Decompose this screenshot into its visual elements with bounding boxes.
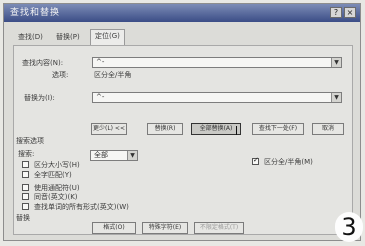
replace-all-button[interactable]: 全部替换(A): [191, 123, 241, 135]
tab-find[interactable]: 查找(D): [14, 31, 47, 44]
find-replace-dialog: 查找和替换 ? × 查找(D) 替换(P) 定位(G) 查找内容(N): ^- …: [3, 3, 361, 241]
mouse-cursor: [236, 126, 237, 135]
replace-button[interactable]: 替换(R): [147, 123, 183, 135]
step-number-badge: 3: [335, 212, 363, 242]
wildcards-checkbox[interactable]: [22, 184, 29, 191]
chevron-down-icon[interactable]: ▼: [127, 151, 137, 160]
cancel-button[interactable]: 取消: [312, 123, 344, 135]
less-button[interactable]: 更少(L) <<: [91, 123, 127, 135]
special-button[interactable]: 特殊字符(E): [142, 222, 188, 234]
width-label: 区分全/半角(M): [264, 158, 313, 166]
format-button[interactable]: 格式(O): [92, 222, 136, 234]
chevron-down-icon[interactable]: ▼: [331, 93, 341, 102]
replace-section-heading: 替换: [16, 214, 30, 222]
find-label: 查找内容(N):: [22, 59, 64, 67]
tab-replace[interactable]: 替换(P): [52, 31, 84, 44]
tab-goto[interactable]: 定位(G): [90, 29, 125, 45]
dialog-panel: 查找内容(N): ^- ▼ 选项: 区分全/半角 替换为(I): ^- ▼ 更少…: [13, 45, 353, 235]
width-checkbox[interactable]: [252, 156, 259, 165]
whole-word-label: 全字匹配(Y): [34, 171, 72, 179]
find-next-button[interactable]: 查找下一处(F): [252, 123, 304, 135]
sounds-like-checkbox[interactable]: [22, 193, 29, 200]
find-input[interactable]: ^- ▼: [92, 57, 342, 68]
title-bar: 查找和替换 ? ×: [4, 4, 360, 22]
search-direction-value: 全部: [94, 151, 108, 159]
search-options-heading: 搜索选项: [16, 137, 44, 145]
whole-word-checkbox[interactable]: [22, 171, 29, 178]
find-value: ^-: [96, 58, 105, 66]
options-label: 选项:: [52, 71, 69, 79]
no-format-button[interactable]: 不限定格式(T): [194, 222, 244, 234]
replace-input[interactable]: ^- ▼: [92, 92, 342, 103]
options-value: 区分全/半角: [94, 71, 132, 79]
sounds-like-label: 同音(英文)(K): [34, 193, 78, 201]
match-case-label: 区分大小写(H): [34, 161, 80, 169]
close-button[interactable]: ×: [344, 7, 356, 18]
search-direction-select[interactable]: 全部 ▼: [90, 150, 138, 161]
all-forms-checkbox[interactable]: [22, 203, 29, 210]
chevron-down-icon[interactable]: ▼: [331, 58, 341, 67]
search-label: 搜索:: [18, 150, 35, 158]
all-forms-label: 查找单词的所有形式(英文)(W): [34, 203, 129, 211]
match-case-checkbox[interactable]: [22, 161, 29, 168]
replace-value: ^-: [96, 93, 105, 101]
help-button[interactable]: ?: [330, 7, 342, 18]
replace-label: 替换为(I):: [24, 94, 55, 102]
dialog-title: 查找和替换: [10, 8, 61, 18]
